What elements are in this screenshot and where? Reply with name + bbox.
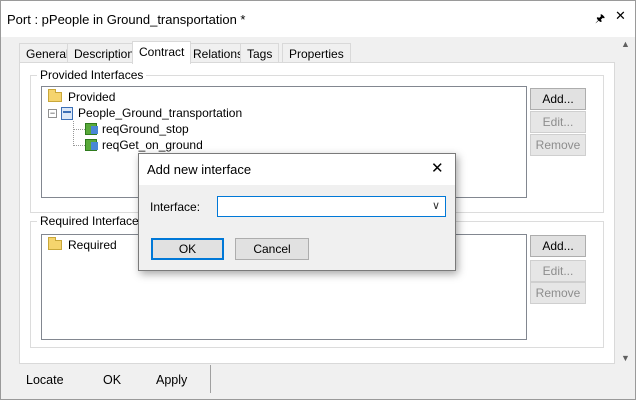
bottom-toolbar: Locate OK Apply [9, 365, 211, 393]
interface-icon [61, 106, 73, 120]
provided-interfaces-label: Provided Interfaces [37, 68, 147, 82]
provided-add-button[interactable]: Add... [530, 88, 586, 110]
provided-edit-button[interactable]: Edit... [530, 111, 586, 133]
tree-node-label: People_Ground_transportation [78, 106, 243, 120]
tree-node-operation[interactable]: reqGround_stop [85, 122, 189, 136]
required-edit-button[interactable]: Edit... [530, 260, 586, 282]
close-icon[interactable]: ✕ [431, 159, 444, 177]
operation-icon [85, 123, 98, 135]
tree-node-provided[interactable]: Provided [48, 89, 116, 104]
tree-node-label: Required [68, 238, 117, 252]
required-remove-button[interactable]: Remove [530, 282, 586, 304]
folder-icon [48, 89, 62, 102]
interface-combobox[interactable]: ∨ [217, 196, 446, 217]
dialog-titlebar: Add new interface ✕ [139, 154, 455, 185]
dialog-title: Add new interface [147, 162, 252, 177]
tree-node-interface[interactable]: − People_Ground_transportation [48, 106, 242, 120]
apply-button[interactable]: Apply [156, 373, 187, 387]
add-interface-dialog: Add new interface ✕ Interface: ∨ OK Canc… [138, 153, 456, 271]
window-titlebar: Port : pPeople in Ground_transportation … [1, 1, 635, 37]
tree-line [73, 129, 85, 130]
dialog-cancel-button[interactable]: Cancel [235, 238, 309, 260]
locate-button[interactable]: Locate [26, 373, 64, 387]
pin-icon[interactable]: 🖈︎ [595, 10, 605, 29]
scroll-up-icon[interactable]: ▲ [621, 39, 630, 49]
tree-node-label: Provided [68, 90, 116, 104]
tree-line [73, 145, 85, 146]
tree-node-operation[interactable]: reqGet_on_ground [85, 138, 203, 152]
collapse-icon[interactable]: − [48, 108, 57, 118]
ok-button[interactable]: OK [103, 373, 121, 387]
provided-remove-button[interactable]: Remove [530, 134, 586, 156]
tab-properties[interactable]: Properties [282, 43, 351, 63]
dialog-ok-button[interactable]: OK [151, 238, 224, 260]
window-title: Port : pPeople in Ground_transportation … [7, 12, 246, 27]
required-interfaces-label: Required Interfaces [37, 214, 148, 228]
tree-node-label: reqGet_on_ground [102, 138, 203, 152]
tab-description[interactable]: Description [67, 43, 142, 63]
vertical-scrollbar[interactable]: ▲ ▼ [617, 37, 634, 365]
chevron-down-icon[interactable]: ∨ [432, 199, 440, 212]
tab-tags[interactable]: Tags [240, 43, 280, 63]
tab-contract[interactable]: Contract [132, 41, 192, 64]
folder-icon [48, 237, 62, 250]
interface-field-label: Interface: [150, 200, 201, 214]
tree-node-required[interactable]: Required [48, 237, 117, 252]
tree-line [73, 121, 74, 146]
operation-icon [85, 139, 98, 151]
close-icon[interactable]: ✕ [615, 8, 626, 24]
tree-node-label: reqGround_stop [102, 122, 189, 136]
required-add-button[interactable]: Add... [530, 235, 586, 257]
scroll-down-icon[interactable]: ▼ [621, 353, 630, 363]
